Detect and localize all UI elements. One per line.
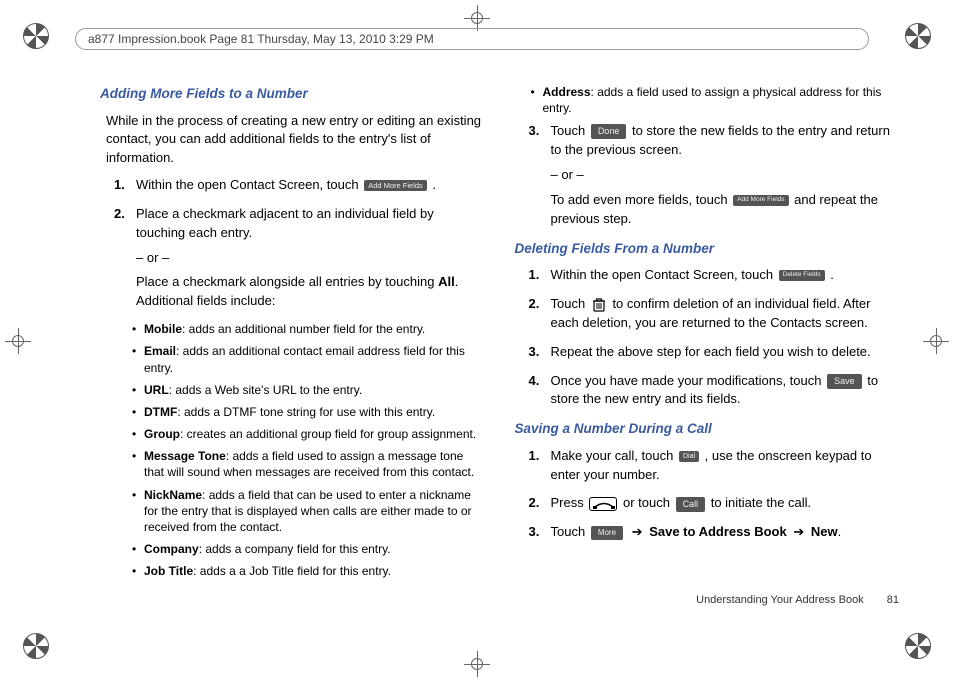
field-name: URL (144, 383, 169, 397)
step-text: or touch (623, 495, 674, 510)
step-number: 3. (529, 122, 540, 141)
or-text: – or – (136, 249, 485, 268)
all-label: All (438, 274, 455, 289)
step-number: 2. (529, 494, 540, 513)
field-desc: : adds an additional contact email addre… (144, 344, 465, 374)
field-item: URL: adds a Web site's URL to the entry. (132, 382, 485, 398)
step-text: Touch (551, 123, 589, 138)
step-text: Once you have made your modifications, t… (551, 373, 826, 388)
field-name: Email (144, 344, 176, 358)
registration-mark-icon (22, 22, 50, 50)
field-name: Mobile (144, 322, 182, 336)
section-heading-adding-fields: Adding More Fields to a Number (100, 84, 485, 104)
field-desc: : adds a field used to assign a physical… (543, 85, 882, 115)
arrow-icon: ➔ (793, 523, 804, 542)
field-name: Company (144, 542, 199, 556)
step-number: 2. (529, 295, 540, 314)
step-item: 4. Once you have made your modifications… (529, 372, 900, 410)
section-heading-deleting-fields: Deleting Fields From a Number (515, 239, 900, 259)
step-item: 2. Touch to confirm deletion of an indiv… (529, 295, 900, 333)
dial-button[interactable]: Dial (679, 451, 699, 462)
left-column: Adding More Fields to a Number While in … (100, 80, 485, 627)
header-text: a877 Impression.book Page 81 Thursday, M… (88, 32, 434, 46)
field-name: Job Title (144, 564, 193, 578)
step-text: to initiate the call. (711, 495, 811, 510)
document-header: a877 Impression.book Page 81 Thursday, M… (75, 28, 869, 50)
step-text: Within the open Contact Screen, touch (136, 177, 362, 192)
field-item: Message Tone: adds a field used to assig… (132, 448, 485, 480)
field-desc: : adds a Web site's URL to the entry. (169, 383, 363, 397)
menu-path: New (811, 524, 838, 539)
step-number: 3. (529, 523, 540, 542)
step-text: . (432, 177, 436, 192)
field-desc: : adds a DTMF tone string for use with t… (177, 405, 435, 419)
field-desc: : adds an additional number field for th… (182, 322, 425, 336)
field-item: Job Title: adds a a Job Title field for … (132, 563, 485, 579)
add-more-fields-button[interactable]: Add More Fields (733, 195, 788, 206)
send-key-icon[interactable] (589, 497, 617, 511)
add-more-fields-button[interactable]: Add More Fields (364, 180, 427, 192)
step-text: . (838, 524, 842, 539)
trash-icon[interactable] (591, 297, 607, 313)
step-text: Touch (551, 296, 589, 311)
or-text: – or – (551, 166, 900, 185)
delete-fields-button[interactable]: Delete Fields (779, 270, 825, 281)
page-footer: Understanding Your Address Book 81 (696, 593, 899, 609)
call-button[interactable]: Call (676, 497, 706, 512)
section-heading-saving-number: Saving a Number During a Call (515, 419, 900, 439)
step-item: 2. Press or touch Call to initiate the c… (529, 494, 900, 513)
step-text: Within the open Contact Screen, touch (551, 267, 777, 282)
menu-path: Save to Address Book (649, 524, 787, 539)
step-item: 1. Within the open Contact Screen, touch… (529, 266, 900, 285)
field-name: DTMF (144, 405, 177, 419)
field-item: Mobile: adds an additional number field … (132, 321, 485, 337)
intro-text: While in the process of creating a new e… (100, 112, 485, 169)
step-item: 3. Repeat the above step for each field … (529, 343, 900, 362)
arrow-icon: ➔ (632, 523, 643, 542)
step-text: . (830, 267, 834, 282)
field-item: Address: adds a field used to assign a p… (531, 84, 900, 116)
done-button[interactable]: Done (591, 124, 627, 139)
step-number: 4. (529, 372, 540, 391)
field-item: DTMF: adds a DTMF tone string for use wi… (132, 404, 485, 420)
field-name: Message Tone (144, 449, 226, 463)
step-text: Touch (551, 524, 589, 539)
step-text: Place a checkmark adjacent to an individ… (136, 206, 434, 240)
registration-mark-icon (22, 632, 50, 660)
step-text: To add even more fields, touch (551, 192, 732, 207)
step-item: 1. Within the open Contact Screen, touch… (114, 176, 485, 195)
more-button[interactable]: More (591, 526, 623, 540)
field-item: Company: adds a company field for this e… (132, 541, 485, 557)
step-text: Place a checkmark alongside all entries … (136, 274, 438, 289)
step-text: Make your call, touch (551, 448, 677, 463)
footer-page-number: 81 (887, 594, 899, 606)
footer-section: Understanding Your Address Book (696, 594, 864, 606)
step-number: 1. (114, 176, 125, 195)
save-button[interactable]: Save (827, 374, 862, 389)
field-name: NickName (144, 488, 202, 502)
step-number: 1. (529, 266, 540, 285)
step-text: Repeat the above step for each field you… (551, 344, 871, 359)
field-item: Email: adds an additional contact email … (132, 343, 485, 375)
field-name: Group (144, 427, 180, 441)
field-item: Group: creates an additional group field… (132, 426, 485, 442)
step-item: 3. Touch More ➔ Save to Address Book ➔ N… (529, 523, 900, 542)
field-item: NickName: adds a field that can be used … (132, 487, 485, 536)
registration-mark-icon (904, 632, 932, 660)
step-number: 3. (529, 343, 540, 362)
right-column: Address: adds a field used to assign a p… (515, 80, 900, 627)
field-desc: : creates an additional group field for … (180, 427, 476, 441)
step-number: 2. (114, 205, 125, 224)
step-number: 1. (529, 447, 540, 466)
step-text: Press (551, 495, 588, 510)
field-desc: : adds a a Job Title field for this entr… (193, 564, 391, 578)
field-name: Address (543, 85, 591, 99)
step-item: 2. Place a checkmark adjacent to an indi… (114, 205, 485, 311)
field-desc: : adds a company field for this entry. (199, 542, 391, 556)
page-content: Adding More Fields to a Number While in … (100, 80, 899, 627)
step-item: 3. Touch Done to store the new fields to… (529, 122, 900, 228)
registration-mark-icon (904, 22, 932, 50)
step-item: 1. Make your call, touch Dial , use the … (529, 447, 900, 485)
